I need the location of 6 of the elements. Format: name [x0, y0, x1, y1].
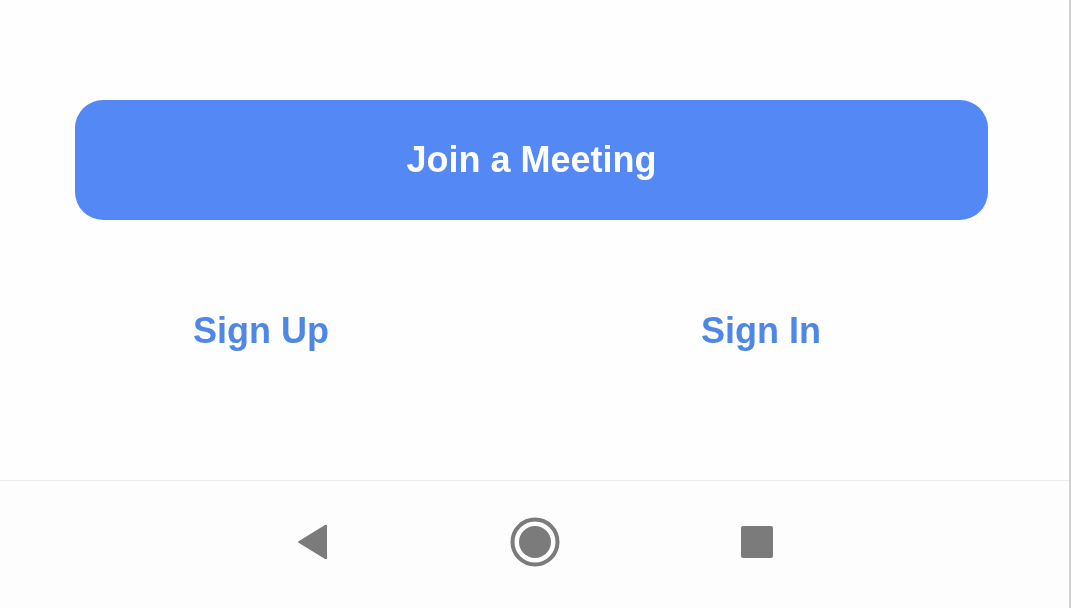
auth-link[interactable]: Sign In	[693, 306, 829, 356]
home-icon[interactable]	[509, 516, 560, 567]
back-icon[interactable]	[296, 523, 329, 560]
auth-link[interactable]: Sign Up	[185, 306, 337, 356]
join-meeting-button[interactable]: Join a Meeting	[75, 100, 988, 220]
recents-icon[interactable]	[740, 525, 773, 558]
